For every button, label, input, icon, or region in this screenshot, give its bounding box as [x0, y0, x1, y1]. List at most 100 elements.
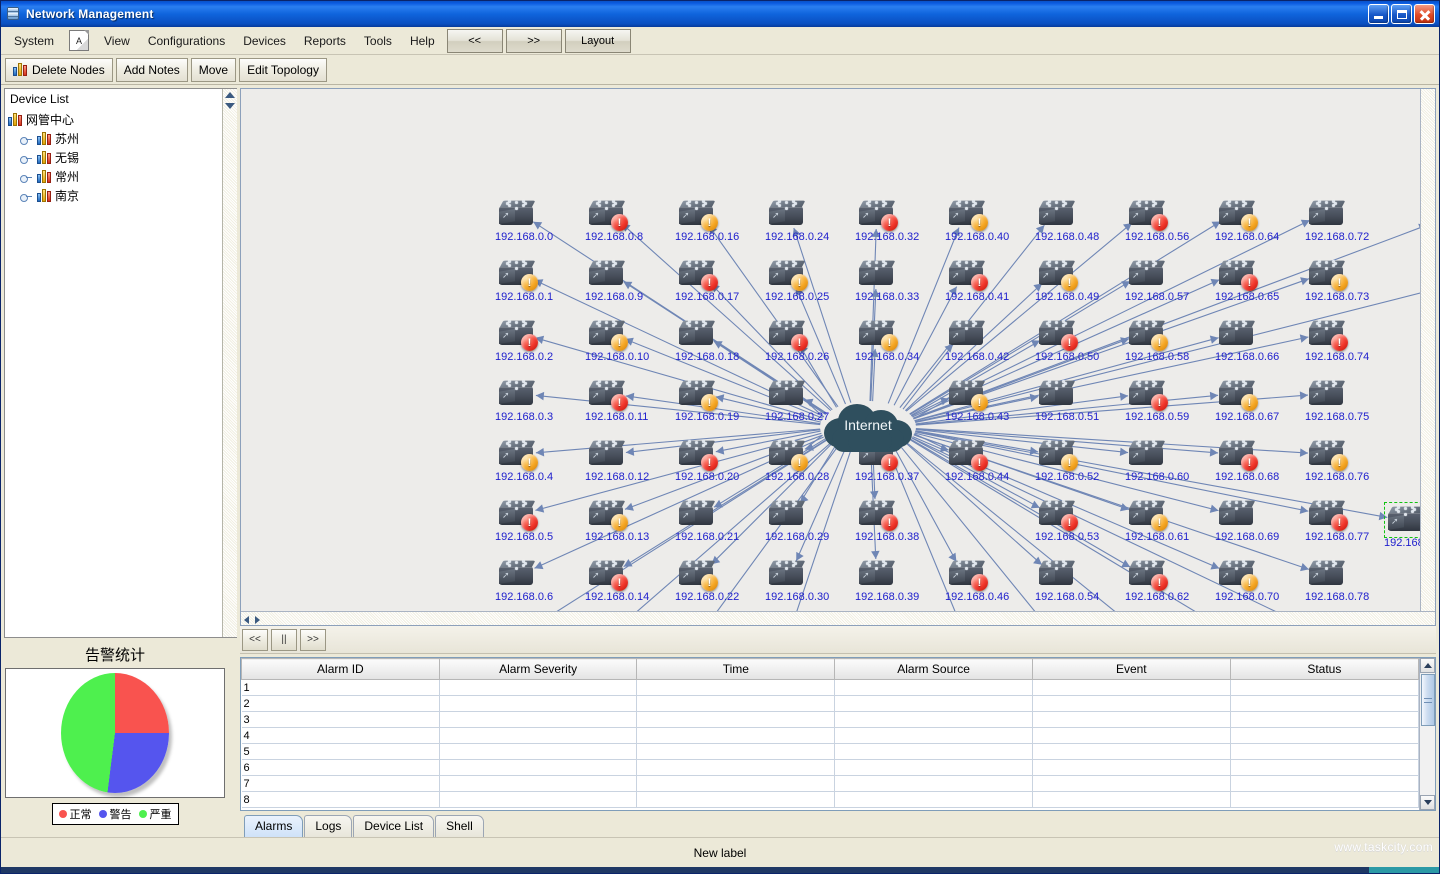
tab-shell[interactable]: Shell [435, 815, 484, 837]
alarm-next-button[interactable]: >> [300, 628, 326, 651]
topology-node[interactable]: ➚ 192.168.0.66 [1215, 318, 1279, 363]
topology-node[interactable]: ➚ ! 192.168.0.34 [855, 318, 919, 363]
topology-node[interactable]: ➚ 192.168.0.51 [1035, 378, 1099, 423]
topology-node[interactable]: ➚ ! 192.168.0.67 [1215, 378, 1279, 423]
topology-node[interactable]: ➚ ! 192.168.0.25 [765, 258, 829, 303]
topology-node[interactable]: ➚ ! 192.168.0.1 [495, 258, 553, 303]
topology-node[interactable]: ➚ 192.168.0.48 [1035, 198, 1099, 243]
layout-button[interactable]: Layout [564, 28, 631, 53]
cell-alarm-severity[interactable] [438, 727, 638, 744]
topology-canvas[interactable]: ➚ 192.168.0.0 ➚ ! 192.168.0.1 ➚ ! 192.168.… [241, 89, 1420, 611]
topology-node[interactable]: ➚ ! 192.168.0.2 [495, 318, 553, 363]
column-header-alarm-source[interactable]: Alarm Source [834, 658, 1033, 680]
cell-time[interactable] [636, 711, 836, 728]
scroll-up-icon[interactable] [1420, 658, 1435, 673]
column-header-status[interactable]: Status [1229, 658, 1419, 680]
topology-node[interactable]: ➚ 192.168.0.72 [1305, 198, 1369, 243]
topology-vertical-scrollbar[interactable] [1420, 89, 1435, 611]
cell-status[interactable] [1229, 775, 1419, 792]
topology-node[interactable]: ➚ 192.168.0.29 [765, 498, 829, 543]
cell-event[interactable] [1031, 791, 1231, 808]
tree-node-changzhou[interactable]: 常州 [8, 167, 222, 186]
topology-node[interactable]: ➚ ! 192.168.0.11 [585, 378, 648, 423]
minimize-icon[interactable] [1368, 4, 1389, 24]
cell-alarm-source[interactable] [834, 791, 1033, 808]
cell-event[interactable] [1031, 727, 1231, 744]
topology-node[interactable]: ➚ ! 192.168.0.77 [1305, 498, 1369, 543]
cell-event[interactable] [1031, 711, 1231, 728]
menu-item-system[interactable]: System [5, 29, 63, 53]
column-header-alarm-severity[interactable]: Alarm Severity [438, 658, 638, 680]
cell-alarm-severity[interactable] [438, 791, 638, 808]
table-row[interactable]: 2 [241, 695, 1419, 712]
scroll-down-icon[interactable] [225, 103, 235, 109]
next-button[interactable]: >> [505, 28, 562, 53]
cell-alarm-id[interactable]: 1 [241, 679, 440, 696]
topology-node[interactable]: ➚ ! 192.168.0.56 [1125, 198, 1189, 243]
alarm-pause-button[interactable]: || [271, 628, 297, 651]
close-icon[interactable] [1414, 4, 1435, 24]
cell-alarm-id[interactable]: 2 [241, 695, 440, 712]
topology-node[interactable]: ➚ 192.168.0.12 [585, 438, 649, 483]
table-row[interactable]: 3 [241, 711, 1419, 728]
topology-node[interactable]: ➚ 192.168.0.0 [495, 198, 553, 243]
topology-node[interactable]: ➚ ! 192.168.0.32 [855, 198, 919, 243]
topology-node[interactable]: ➚ 192.168.0.27 [765, 378, 829, 423]
tab-logs[interactable]: Logs [304, 815, 353, 837]
topology-node[interactable]: ➚ 192.168.0.18 [675, 318, 739, 363]
document-icon[interactable]: A [69, 30, 90, 51]
topology-node[interactable]: ➚ 192.168.0.39 [855, 558, 919, 603]
topology-node[interactable]: ➚ ! 192.168.0.76 [1305, 438, 1369, 483]
table-row[interactable]: 5 [241, 743, 1419, 760]
topology-node[interactable]: ➚ ! 192.168.0.13 [585, 498, 649, 543]
expand-handle-icon[interactable] [20, 151, 33, 164]
topology-node[interactable]: ➚ 192.168.0.54 [1035, 558, 1099, 603]
cell-status[interactable] [1229, 791, 1419, 808]
cell-alarm-severity[interactable] [438, 695, 638, 712]
topology-node[interactable]: ➚ ! 192.168.0.49 [1035, 258, 1099, 303]
cell-event[interactable] [1031, 679, 1231, 696]
scroll-left-icon[interactable] [244, 616, 249, 624]
topology-node[interactable]: ➚ ! 192.168.0.50 [1035, 318, 1099, 363]
cell-alarm-severity[interactable] [438, 775, 638, 792]
table-row[interactable]: 8 [241, 791, 1419, 808]
topology-node[interactable]: ➚ ! 192.168.0.20 [675, 438, 739, 483]
cell-event[interactable] [1031, 743, 1231, 760]
topology-node[interactable]: ➚ ! 192.168.0.41 [945, 258, 1009, 303]
menu-item-view[interactable]: View [95, 29, 139, 53]
scroll-down-icon[interactable] [1420, 795, 1435, 810]
table-row[interactable]: 4 [241, 727, 1419, 744]
topology-node[interactable]: ➚ ! 192.168.0.46 [945, 558, 1009, 603]
topology-node[interactable]: ➚ ! 192.168.0.26 [765, 318, 829, 363]
edit-topology-button[interactable]: Edit Topology [239, 57, 327, 82]
device-tree-scrollbar[interactable] [222, 89, 237, 637]
topology-node[interactable]: ➚ ! 192.168.0.4 [495, 438, 553, 483]
topology-node[interactable]: ➚ 192.168.0.42 [945, 318, 1009, 363]
topology-node[interactable]: ➚ 192.168.0.57 [1125, 258, 1189, 303]
cell-status[interactable] [1229, 711, 1419, 728]
topology-node[interactable]: ➚ ! 192.168.0.52 [1035, 438, 1099, 483]
column-header-event[interactable]: Event [1031, 658, 1231, 680]
cell-alarm-source[interactable] [834, 743, 1033, 760]
cell-alarm-id[interactable]: 8 [241, 791, 440, 808]
topology-node[interactable]: ➚ ! 192.168.0.40 [945, 198, 1009, 243]
topology-node[interactable]: ➚ ! 192.168.0.64 [1215, 198, 1279, 243]
topology-node[interactable]: ➚ 192.168.0.69 [1215, 498, 1279, 543]
menu-item-tools[interactable]: Tools [355, 29, 401, 53]
cell-alarm-id[interactable]: 3 [241, 711, 440, 728]
topology-node[interactable]: ➚ ! 192.168.0.17 [675, 258, 739, 303]
menu-item-configurations[interactable]: Configurations [139, 29, 234, 53]
cell-alarm-source[interactable] [834, 695, 1033, 712]
column-header-alarm-id[interactable]: Alarm ID [241, 658, 440, 680]
topology-node[interactable]: ➚ ! 192.168.0.70 [1215, 558, 1279, 603]
scroll-up-icon[interactable] [225, 92, 235, 98]
prev-button[interactable]: << [446, 28, 503, 53]
topology-node[interactable]: ➚ ! 192.168.0.22 [675, 558, 739, 603]
topology-node[interactable]: ➚ ! 192.168.0.44 [945, 438, 1009, 483]
tree-node-suzhou[interactable]: 苏州 [8, 129, 222, 148]
cell-status[interactable] [1229, 695, 1419, 712]
tree-node-wuxi[interactable]: 无锡 [8, 148, 222, 167]
topology-node[interactable]: ➚ ! 192.168.0.14 [585, 558, 649, 603]
topology-node[interactable]: ➚ ! 192.168.0.68 [1215, 438, 1279, 483]
topology-node[interactable]: ➚ ! 192.168.0.38 [855, 498, 919, 543]
